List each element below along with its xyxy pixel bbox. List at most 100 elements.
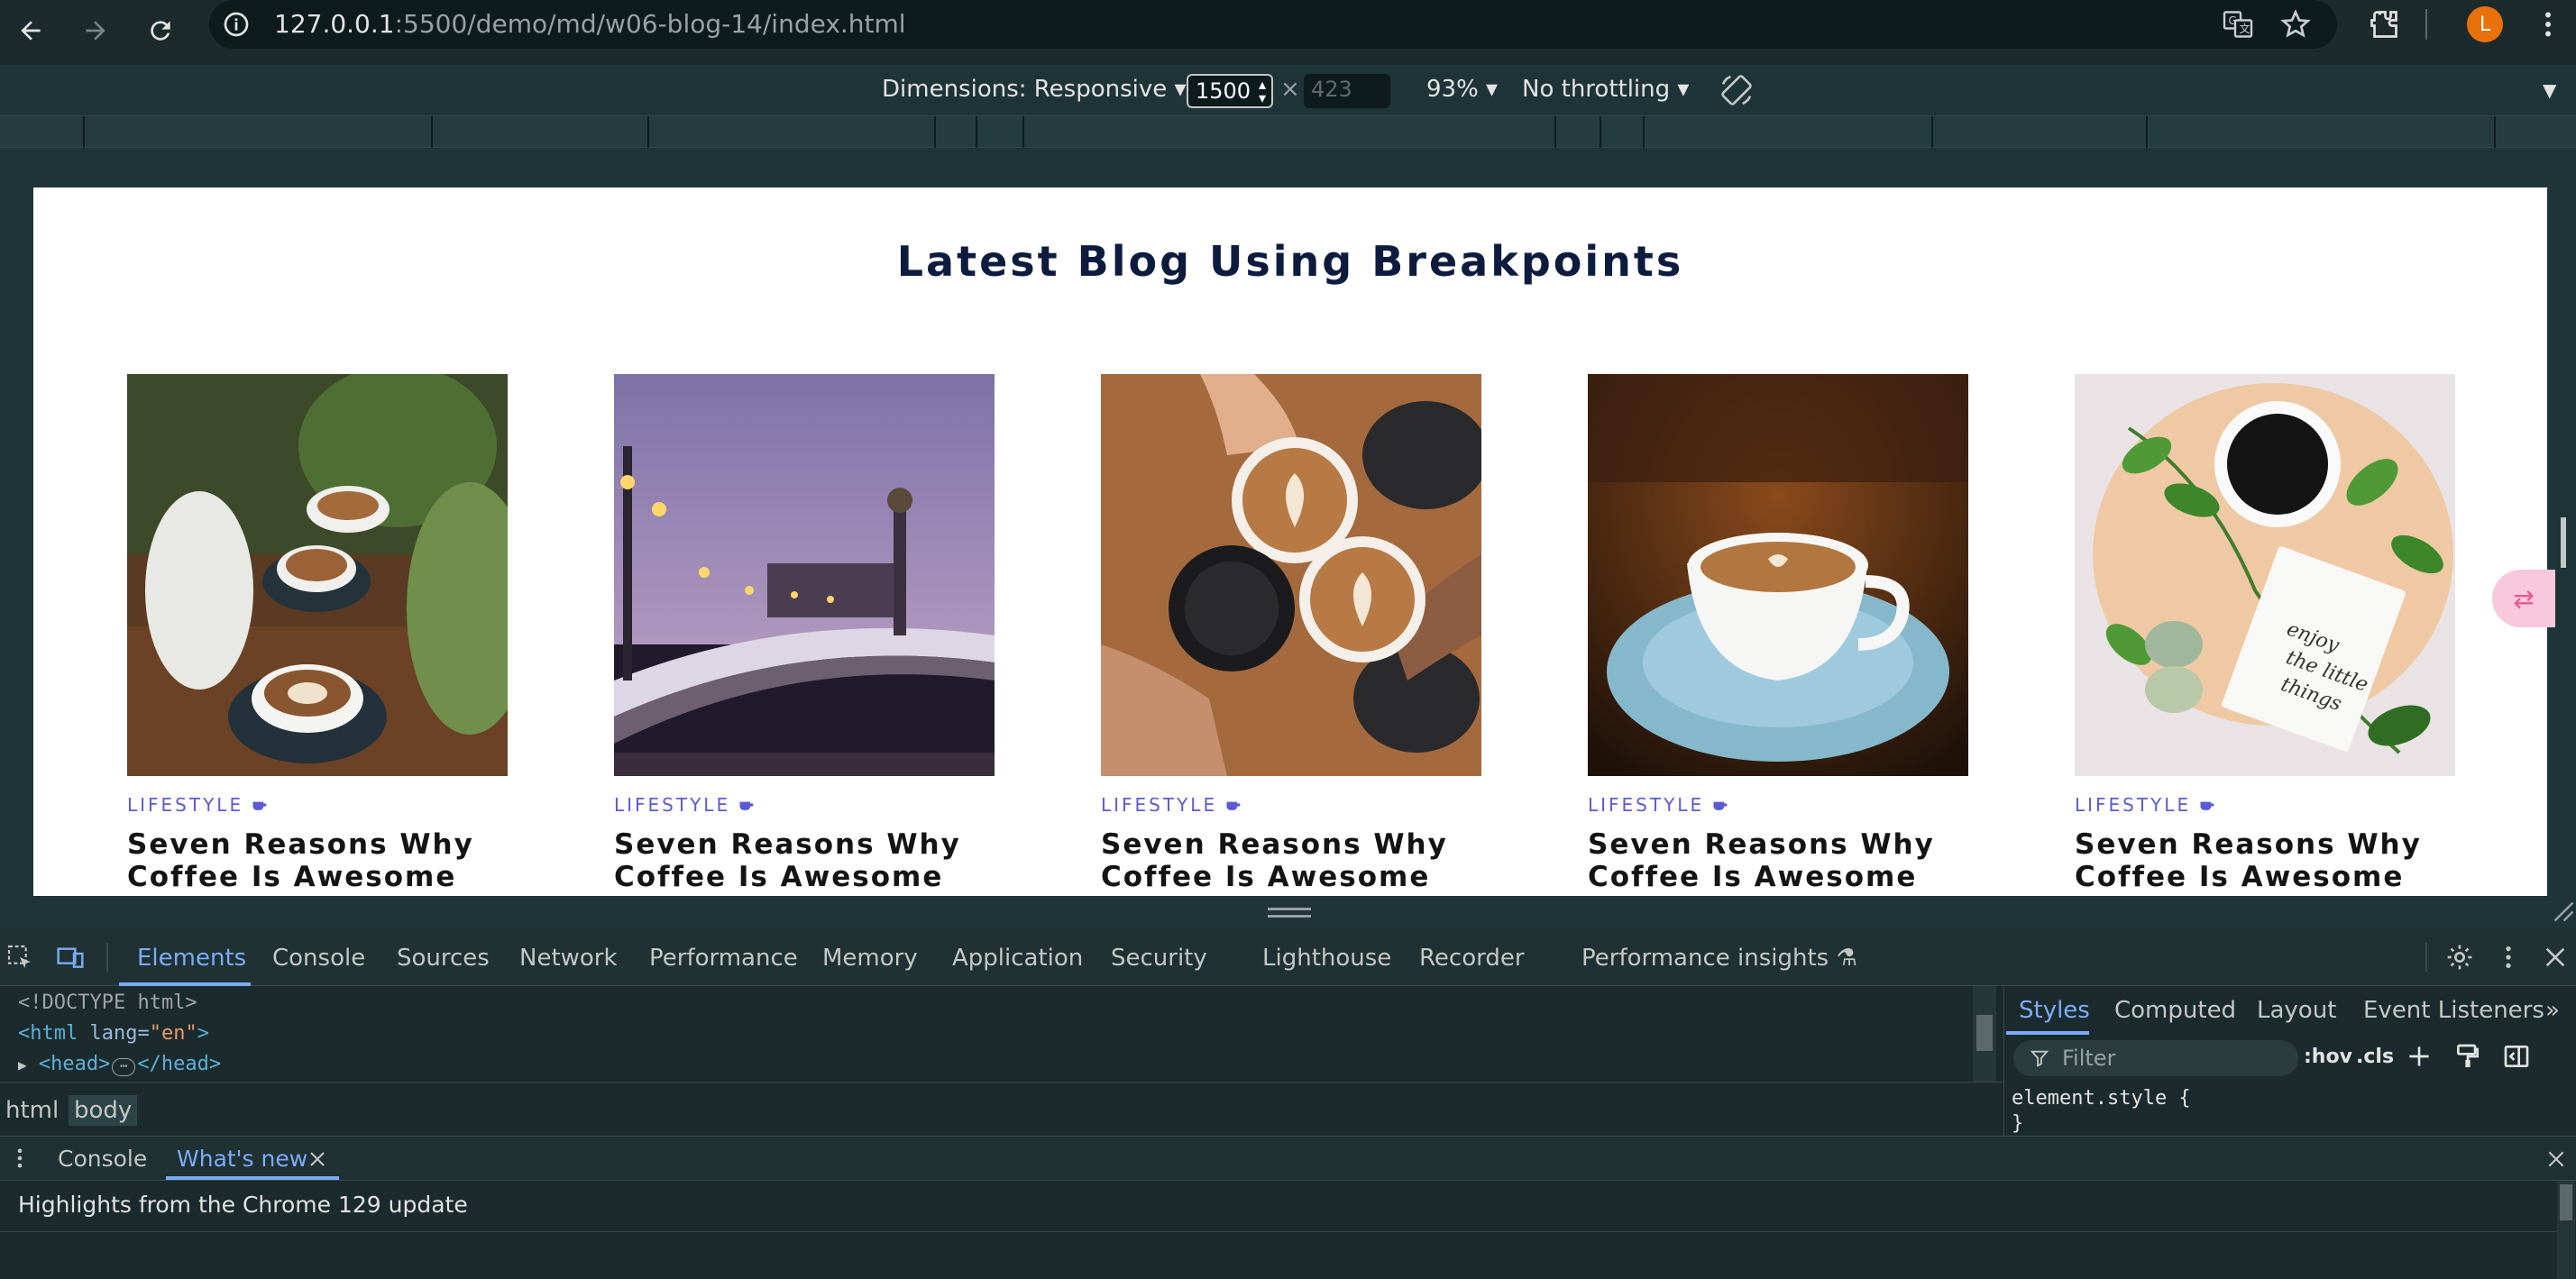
back-button[interactable] — [5, 5, 56, 56]
card-title[interactable]: Seven Reasons Why Coffee Is Awesome — [614, 828, 995, 893]
breadcrumb-html[interactable]: html — [0, 1095, 64, 1126]
new-style-rule-icon[interactable] — [2405, 1042, 2434, 1071]
blog-card[interactable]: LIFESTYLE Seven Reasons Why Coffee Is Awe… — [127, 374, 508, 893]
sidebar-toggle-icon[interactable] — [2502, 1042, 2531, 1071]
card-title[interactable]: Seven Reasons Why Coffee Is Awesome — [1588, 828, 1968, 893]
drawer-tabbar: Console What's new — [0, 1136, 2576, 1181]
tab-computed[interactable]: Computed — [2114, 997, 2236, 1024]
inspect-element-icon[interactable] — [5, 943, 34, 972]
card-category[interactable]: LIFESTYLE — [1588, 794, 1968, 816]
site-info-icon[interactable] — [222, 10, 251, 39]
card-image-cup-saucer[interactable] — [1588, 374, 1968, 776]
viewport-resize-handle[interactable] — [2561, 517, 2566, 568]
kebab-menu-icon[interactable] — [2532, 8, 2564, 41]
dimensions-dropdown[interactable]: Dimensions: Responsive ▾ — [882, 76, 1187, 103]
devtools-splitter[interactable] — [0, 896, 2576, 928]
card-category[interactable]: LIFESTYLE — [127, 794, 508, 816]
forward-button[interactable] — [70, 5, 121, 56]
blog-card[interactable]: enjoy the little things LIFESTYLE Seven … — [2075, 374, 2455, 893]
hover-state-toggle[interactable]: :hov — [2304, 1046, 2352, 1068]
devtools-menu-icon[interactable] — [2494, 943, 2523, 972]
card-category[interactable]: LIFESTYLE — [614, 794, 995, 816]
reload-button[interactable] — [135, 5, 186, 56]
drawer-scrollbar[interactable] — [2557, 1181, 2575, 1279]
blog-card[interactable]: LIFESTYLE Seven Reasons Why Coffee Is Awe… — [1101, 374, 1481, 893]
breadcrumb-body[interactable]: body — [69, 1095, 138, 1126]
drawer-tab-console[interactable]: Console — [58, 1146, 147, 1172]
category-label: LIFESTYLE — [1101, 794, 1218, 816]
whats-new-highlight[interactable]: Highlights from the Chrome 129 update — [18, 1192, 468, 1218]
expand-triangle-icon[interactable]: ▶ — [18, 1056, 27, 1073]
blog-card[interactable]: LIFESTYLE Seven Reasons Why Coffee Is Awe… — [1588, 374, 1968, 893]
title-line-2: Coffee Is Awesome — [1101, 861, 1431, 893]
styles-filter-input[interactable]: Filter — [2013, 1040, 2298, 1076]
card-image-lattes[interactable] — [127, 374, 508, 776]
tab-memory[interactable]: Memory — [822, 945, 918, 972]
card-category[interactable]: LIFESTYLE — [2075, 794, 2455, 816]
paint-brush-icon[interactable] — [2453, 1042, 2482, 1071]
settings-gear-icon[interactable] — [2445, 943, 2474, 972]
profile-avatar[interactable]: L — [2467, 6, 2503, 42]
dom-doctype[interactable]: <!DOCTYPE html> — [18, 991, 197, 1014]
tab-recorder[interactable]: Recorder — [1419, 945, 1525, 972]
tab-performance-insights[interactable]: Performance insights ⚗ — [1581, 945, 1857, 972]
card-image-bridge[interactable] — [614, 374, 995, 776]
card-category[interactable]: LIFESTYLE — [1101, 794, 1481, 816]
throttling-dropdown[interactable]: No throttling ▾ — [1522, 76, 1689, 103]
drawer-tab-whats-new[interactable]: What's new — [177, 1146, 307, 1172]
tab-elements[interactable]: Elements — [137, 945, 246, 972]
width-input[interactable]: 1500 ▴ ▾ — [1187, 74, 1273, 108]
splitter-grip[interactable] — [1268, 908, 1311, 910]
tab-security[interactable]: Security — [1111, 945, 1207, 972]
more-tabs-icon[interactable]: » — [2545, 997, 2560, 1024]
dom-head-node[interactable]: ▶ <head> ⋯ </head> — [18, 1053, 221, 1076]
extensions-icon[interactable] — [2368, 8, 2400, 41]
height-input[interactable]: 423 — [1304, 74, 1390, 108]
drawer-menu-icon[interactable] — [7, 1146, 32, 1171]
translate-icon[interactable]: G文 — [2222, 8, 2254, 41]
bookmark-star-icon[interactable] — [2279, 8, 2312, 41]
class-toggle[interactable]: .cls — [2356, 1046, 2394, 1068]
translate-floating-button[interactable]: ⇄ — [2492, 570, 2555, 627]
tab-styles[interactable]: Styles — [2019, 997, 2090, 1024]
tab-layout[interactable]: Layout — [2257, 997, 2336, 1024]
bridge-image — [614, 374, 995, 776]
tab-network[interactable]: Network — [519, 945, 618, 972]
title-line-1: Seven Reasons Why — [614, 828, 961, 861]
zoom-dropdown[interactable]: 93% ▾ — [1426, 76, 1498, 103]
dom-scroll-thumb[interactable] — [1976, 1015, 1993, 1051]
element-style-selector[interactable]: element.style { — [2012, 1087, 2191, 1110]
url-text: 127.0.0.1:5500/demo/md/w06-blog-14/index… — [274, 9, 906, 39]
tab-lighthouse[interactable]: Lighthouse — [1262, 945, 1391, 972]
card-image-flatlay[interactable]: enjoy the little things — [2075, 374, 2455, 776]
close-devtools-icon[interactable] — [2541, 943, 2570, 972]
tab-event-listeners[interactable]: Event Listeners — [2363, 997, 2544, 1024]
device-toggle-icon[interactable] — [56, 943, 85, 972]
rotate-icon[interactable] — [1719, 72, 1755, 108]
dimensions-label: Dimensions: Responsive — [882, 76, 1168, 103]
ellipsis-badge[interactable]: ⋯ — [112, 1058, 136, 1076]
card-title[interactable]: Seven Reasons Why Coffee Is Awesome — [1101, 828, 1481, 893]
dom-html-node[interactable]: <html lang="en"> — [18, 1022, 209, 1045]
blog-card[interactable]: LIFESTYLE Seven Reasons Why Coffee Is Awe… — [614, 374, 995, 893]
tab-console[interactable]: Console — [272, 945, 365, 972]
tab-application[interactable]: Application — [952, 945, 1083, 972]
category-label: LIFESTYLE — [1588, 794, 1705, 816]
drawer-scroll-thumb[interactable] — [2560, 1184, 2572, 1220]
card-title[interactable]: Seven Reasons Why Coffee Is Awesome — [127, 828, 508, 893]
category-label: LIFESTYLE — [614, 794, 731, 816]
tab-sources[interactable]: Sources — [397, 945, 490, 972]
category-label: LIFESTYLE — [2075, 794, 2192, 816]
coffee-cup-icon — [739, 801, 754, 810]
spinner-icon[interactable]: ▴ ▾ — [1259, 78, 1266, 105]
card-title[interactable]: Seven Reasons Why Coffee Is Awesome — [2075, 828, 2455, 893]
address-bar[interactable]: 127.0.0.1:5500/demo/md/w06-blog-14/index… — [209, 0, 2337, 49]
card-image-cheers[interactable] — [1101, 374, 1481, 776]
device-toolbar-menu-icon[interactable]: ▼ — [2543, 79, 2556, 101]
tab-performance[interactable]: Performance — [649, 945, 798, 972]
close-tab-icon[interactable] — [307, 1148, 328, 1170]
height-placeholder: 423 — [1311, 77, 1352, 102]
close-drawer-icon[interactable] — [2544, 1147, 2568, 1171]
resize-corner-icon[interactable] — [2548, 896, 2575, 923]
browser-top-bar: 127.0.0.1:5500/demo/md/w06-blog-14/index… — [0, 0, 2576, 65]
